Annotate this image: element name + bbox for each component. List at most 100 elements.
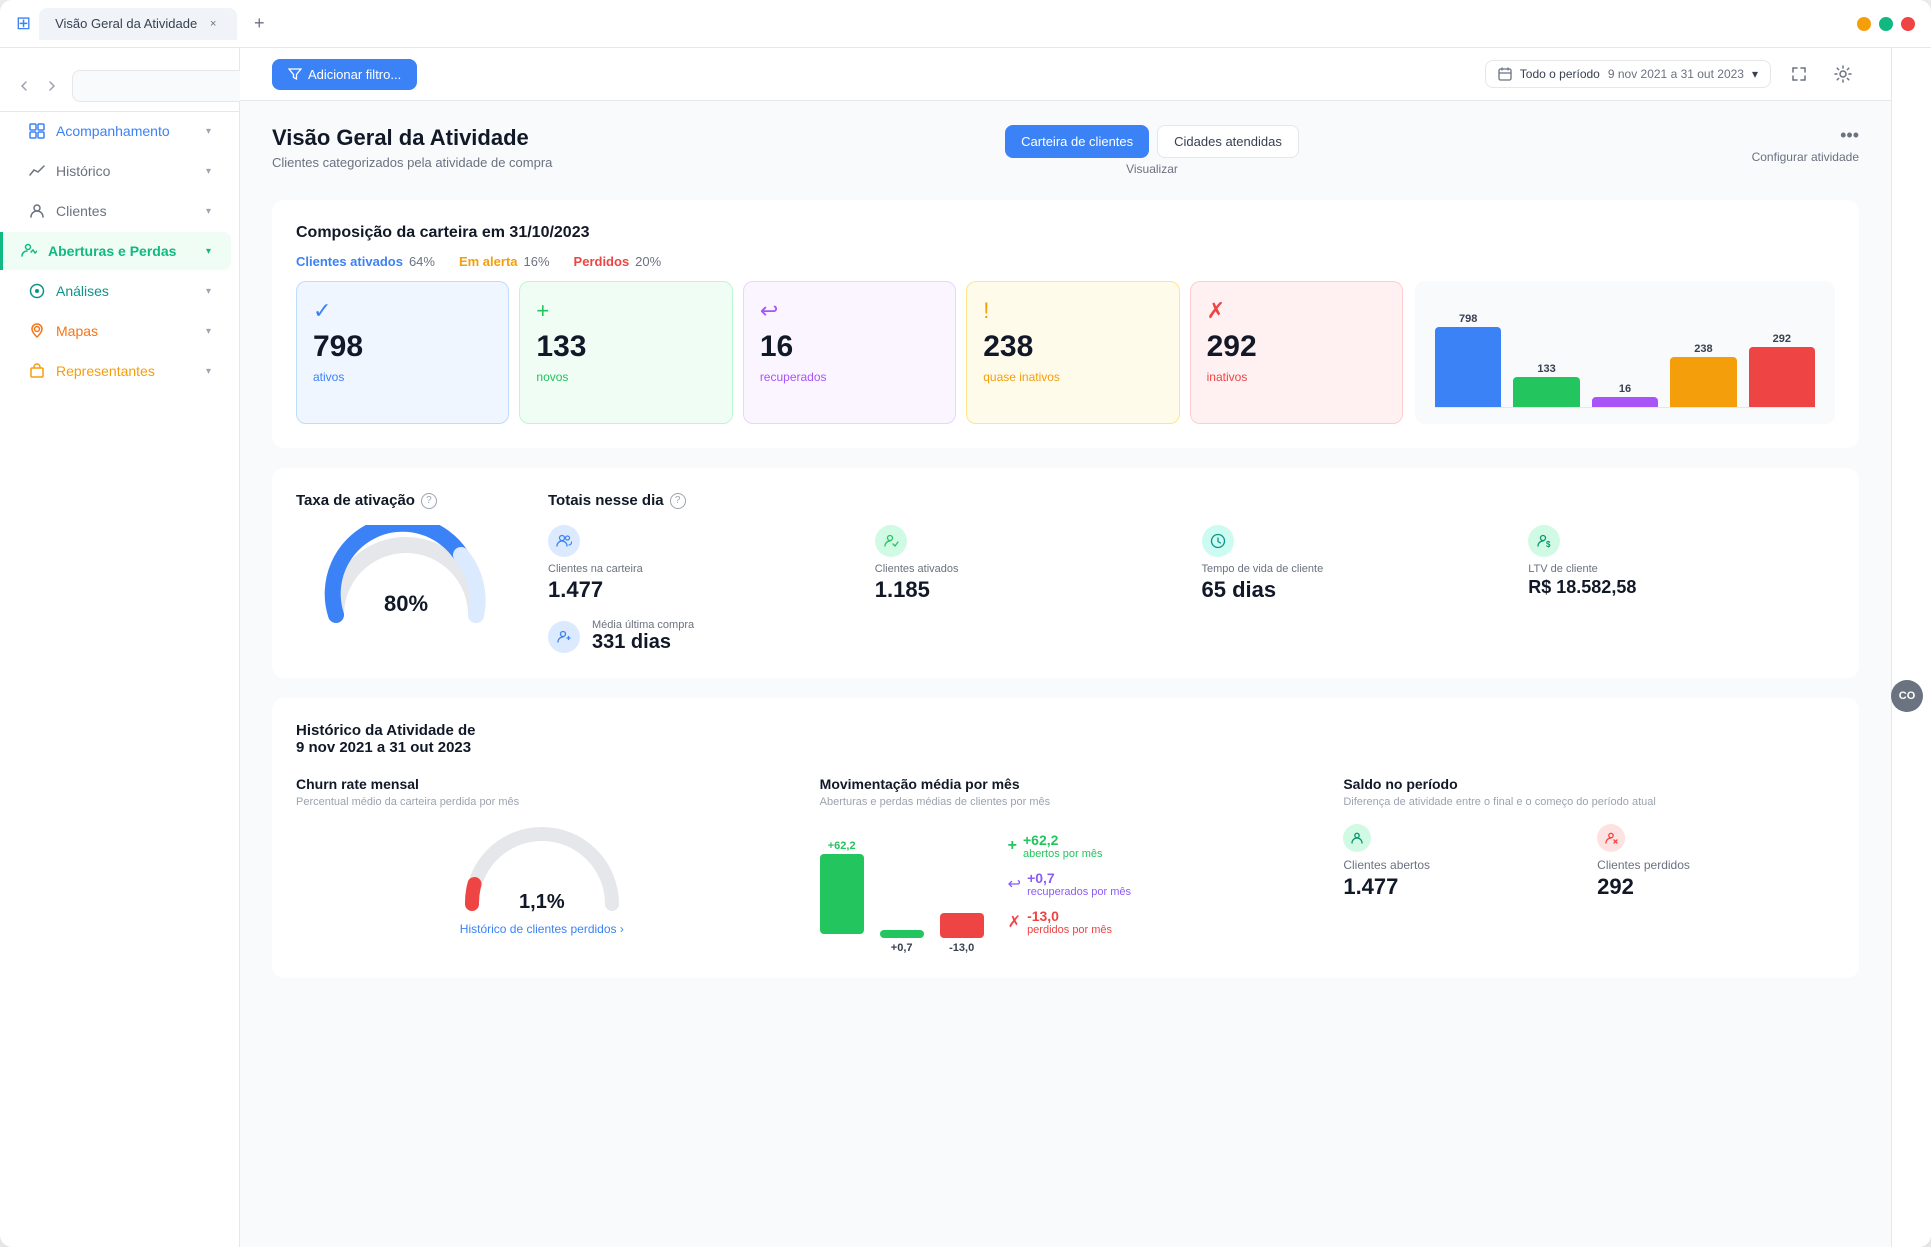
bar-62-rect: [820, 854, 864, 934]
total-ltv-icon: $: [1528, 525, 1560, 557]
activation-help-icon[interactable]: ?: [421, 493, 437, 509]
tab-carteira-button[interactable]: Carteira de clientes: [1005, 125, 1149, 158]
legend-abertos-text: +62,2 abertos por mês: [1023, 832, 1102, 860]
app-body: Acompanhamento ▾ Histórico ▾: [0, 48, 1931, 1247]
calendar-icon: [1498, 67, 1512, 81]
expand-icon: [1790, 65, 1808, 83]
back-button[interactable]: [16, 72, 32, 100]
churn-subtitle: Percentual médio da carteira perdida por…: [296, 796, 788, 808]
total-carteira-icon: [548, 525, 580, 557]
chevron-icon: ▾: [206, 286, 211, 297]
sidebar-item-representantes[interactable]: Representantes ▾: [8, 352, 231, 390]
sidebar-item-label: Aberturas e Perdas: [48, 243, 176, 259]
total-carteira-label: Clientes na carteira: [548, 563, 855, 575]
configure-block: ••• Configurar atividade: [1752, 125, 1859, 164]
chevron-icon: ▾: [206, 326, 211, 337]
sidebar-item-historico[interactable]: Histórico ▾: [8, 152, 231, 190]
period-selector[interactable]: Todo o período 9 nov 2021 a 31 out 2023 …: [1485, 60, 1771, 88]
person-dollar-icon: $: [1536, 533, 1552, 549]
sidebar-item-label: Mapas: [56, 323, 98, 339]
movement-bar-07: +0,7: [880, 840, 924, 938]
legend-perdidos-text: -13,0 perdidos por mês: [1027, 908, 1112, 936]
saldo-perdidos-icon: [1597, 824, 1625, 852]
saldo-perdidos-value: 292: [1597, 874, 1835, 900]
page-header: Visão Geral da Atividade Clientes catego…: [272, 125, 1859, 176]
main-content: Adicionar filtro... Todo o período 9 nov…: [240, 48, 1891, 1247]
cat-ativados-label: Clientes ativados: [296, 254, 403, 269]
three-dots-button[interactable]: •••: [1840, 125, 1859, 146]
total-ativados-icon: [875, 525, 907, 557]
sidebar-item-analises[interactable]: Análises ▾: [8, 272, 231, 310]
legend-red-x: ✗: [1008, 912, 1021, 932]
total-ativados-value: 1.185: [875, 577, 1182, 603]
chart-line-icon: [28, 162, 46, 180]
person-check-icon: [883, 533, 899, 549]
person-red-icon: [1604, 831, 1618, 845]
history-period: 9 nov 2021 a 31 out 2023: [296, 739, 471, 756]
sidebar-item-clientes[interactable]: Clientes ▾: [8, 192, 231, 230]
movement-legend: + +62,2 abertos por mês ↩: [1008, 832, 1131, 954]
legend-purple-arrow: ↩: [1008, 874, 1021, 894]
card-quase-inativos-label: quase inativos: [983, 370, 1162, 384]
activation-value: 80%: [384, 591, 428, 617]
card-ativos-value: 798: [313, 330, 492, 364]
totals-label: Totais nesse dia: [548, 492, 664, 509]
cat-ativados: Clientes ativados 64%: [296, 254, 435, 269]
svg-text:$: $: [1546, 540, 1551, 549]
add-filter-button[interactable]: Adicionar filtro...: [272, 59, 417, 90]
bar-62-label: +62,2: [828, 840, 856, 852]
totals-grid: Clientes na carteira 1.477 Clientes ativ…: [548, 525, 1835, 603]
period-label: Todo o período: [1520, 67, 1600, 81]
bar-292: 292: [1749, 333, 1815, 407]
settings-button[interactable]: [1827, 58, 1859, 90]
sidebar: Acompanhamento ▾ Histórico ▾: [0, 48, 240, 1247]
churn-link-text: Histórico de clientes perdidos: [460, 922, 617, 936]
saldo-perdidos-label: Clientes perdidos: [1597, 858, 1835, 872]
page-title: Visão Geral da Atividade: [272, 125, 552, 151]
card-novos-value: 133: [536, 330, 715, 364]
activation-totals-section: Taxa de ativação ?: [272, 468, 1859, 678]
chart-bars-container: 798 133 16: [1435, 297, 1815, 407]
period-range: 9 nov 2021 a 31 out 2023: [1608, 67, 1744, 81]
total-extra-text: Média última compra 331 dias: [592, 619, 694, 654]
legend-perdidos: ✗ -13,0 perdidos por mês: [1008, 908, 1131, 936]
filter-icon: [288, 67, 302, 81]
history-section: Histórico da Atividade de 9 nov 2021 a 3…: [272, 698, 1859, 978]
active-tab[interactable]: Visão Geral da Atividade ×: [39, 8, 237, 40]
sidebar-item-label: Histórico: [56, 163, 110, 179]
tab-cidades-button[interactable]: Cidades atendidas: [1157, 125, 1299, 158]
sidebar-item-mapas[interactable]: Mapas ▾: [8, 312, 231, 350]
minimize-button[interactable]: [1857, 17, 1871, 31]
sidebar-item-acompanhamento[interactable]: Acompanhamento ▾: [8, 112, 231, 150]
bar-798-rect: [1435, 327, 1501, 407]
churn-link[interactable]: Histórico de clientes perdidos ›: [296, 922, 788, 936]
bar-292-rect: [1749, 347, 1815, 407]
expand-button[interactable]: [1783, 58, 1815, 90]
card-novos: + 133 novos: [519, 281, 732, 424]
chevron-icon: ▾: [206, 206, 211, 217]
total-tempo-vida: Tempo de vida de cliente 65 dias: [1202, 525, 1509, 603]
totals-help-icon[interactable]: ?: [670, 493, 686, 509]
card-recuperados: ↩ 16 recuperados: [743, 281, 956, 424]
box-icon: [28, 362, 46, 380]
sidebar-item-aberturas-perdas[interactable]: Aberturas e Perdas ▾: [0, 232, 231, 270]
activation-label: Taxa de ativação: [296, 492, 415, 509]
movement-bars: +62,2 +0,7: [820, 824, 984, 954]
close-button[interactable]: [1901, 17, 1915, 31]
legend-recuperados: ↩ +0,7 recuperados por mês: [1008, 870, 1131, 898]
maximize-button[interactable]: [1879, 17, 1893, 31]
card-inativos: ✗ 292 inativos: [1190, 281, 1403, 424]
user-avatar: CO: [1891, 680, 1923, 712]
forward-button[interactable]: [44, 72, 60, 100]
composition-title: Composição da carteira em 31/10/2023: [296, 224, 1835, 242]
card-novos-icon: +: [536, 298, 715, 324]
cat-perdidos-label: Perdidos: [574, 254, 630, 269]
new-tab-button[interactable]: +: [245, 10, 273, 38]
saldo-abertos-value: 1.477: [1343, 874, 1581, 900]
configure-link[interactable]: Configurar atividade: [1752, 150, 1859, 164]
titlebar: ⊞ Visão Geral da Atividade × +: [0, 0, 1931, 48]
totals-block: Totais nesse dia ? Clientes na carteira: [548, 492, 1835, 654]
tab-close-button[interactable]: ×: [205, 16, 221, 32]
activation-label-row: Taxa de ativação ?: [296, 492, 516, 509]
card-inativos-label: inativos: [1207, 370, 1386, 384]
